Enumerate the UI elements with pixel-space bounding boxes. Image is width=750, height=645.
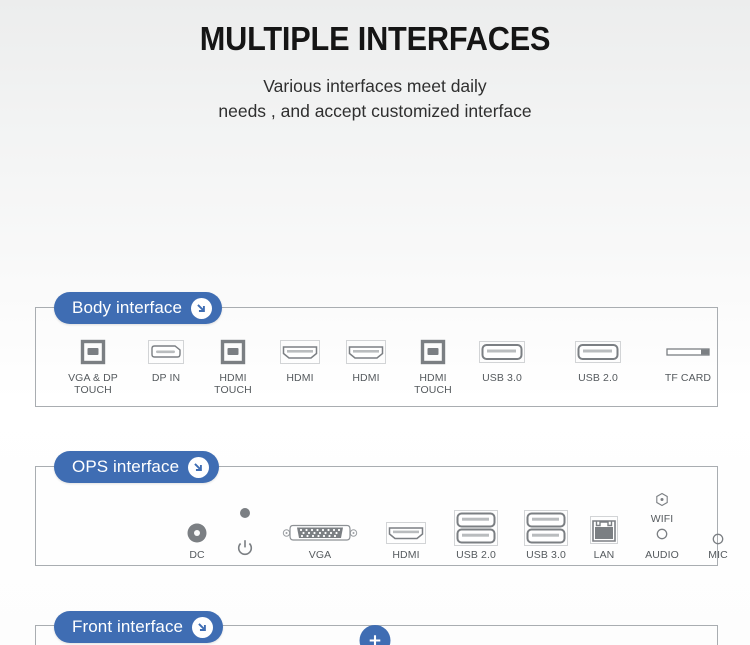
vga-dsub-icon <box>282 520 358 546</box>
usb-a-icon <box>575 335 621 369</box>
page-title: MULTIPLE INTERFACES <box>199 20 551 57</box>
usb-b-square-icon <box>420 335 446 369</box>
usb-b-square-icon <box>80 335 106 369</box>
port-usb-30[interactable]: USB 3.0 <box>476 335 528 384</box>
port-label: MIC <box>708 549 728 561</box>
port-power-button[interactable] <box>230 499 260 561</box>
port-hdmi-touch-1[interactable]: HDMI TOUCH <box>208 335 258 396</box>
port-ops-usb-20[interactable]: USB 2.0 <box>450 510 502 561</box>
port-dc[interactable]: DC <box>178 520 216 561</box>
wifi-antenna-group: WIFI <box>650 492 674 546</box>
usb-b-square-icon <box>220 335 246 369</box>
port-label: LAN <box>593 549 615 561</box>
port-dp-in[interactable]: DP IN <box>142 335 190 384</box>
port-label: USB 2.0 <box>456 549 496 561</box>
port-hdmi-touch-2[interactable]: HDMI TOUCH <box>408 335 458 396</box>
antenna-icon <box>654 492 670 513</box>
port-label: HDMI TOUCH <box>214 372 252 396</box>
port-label: HDMI <box>286 372 314 384</box>
port-label: USB 3.0 <box>482 372 522 384</box>
port-ops-hdmi[interactable]: HDMI <box>382 520 430 561</box>
port-hdmi-2[interactable]: HDMI <box>342 335 390 384</box>
port-label: HDMI <box>352 372 380 384</box>
port-label: DC <box>189 549 205 561</box>
usb-a-dual-icon <box>524 510 568 546</box>
displayport-icon <box>148 335 184 369</box>
page-subtitle: Various interfaces meet daily needs , an… <box>0 74 750 124</box>
body-interface-port-list: VGA & DP TOUCH DP IN HDMI TOUCH HDMI HDM <box>62 335 750 396</box>
port-label: TF CARD <box>664 372 712 384</box>
hdmi-icon <box>280 335 320 369</box>
arrow-down-right-icon <box>192 616 214 638</box>
rj45-lan-icon <box>590 514 618 546</box>
wifi-label: WIFI <box>650 513 674 525</box>
ops-interface-badge[interactable]: OPS interface <box>54 451 220 483</box>
port-label: VGA <box>308 549 332 561</box>
port-label: AUDIO <box>645 549 679 561</box>
hdmi-icon <box>386 520 426 546</box>
usb-a-icon <box>479 335 525 369</box>
port-audio[interactable]: WIFI AUDIO <box>638 492 686 561</box>
port-lan[interactable]: LAN <box>588 514 620 561</box>
port-usb-20[interactable]: USB 2.0 <box>572 335 624 384</box>
port-hdmi-1[interactable]: HDMI <box>276 335 324 384</box>
port-label: VGA & DP TOUCH <box>68 372 118 396</box>
page-header: MULTIPLE INTERFACES Various interfaces m… <box>0 0 750 124</box>
badge-label: OPS interface <box>72 457 180 476</box>
badge-label: Body interface <box>72 298 183 317</box>
audio-jack-icon <box>655 527 669 546</box>
body-interface-badge[interactable]: Body interface <box>54 292 223 324</box>
port-label: USB 2.0 <box>578 372 618 384</box>
power-dot-icon <box>238 499 252 525</box>
port-label: HDMI <box>392 549 420 561</box>
port-tf-card[interactable]: TF CARD <box>662 335 714 384</box>
port-label: HDMI TOUCH <box>414 372 452 396</box>
arrow-down-right-icon <box>191 297 213 319</box>
port-ops-usb-30[interactable]: USB 3.0 <box>520 510 572 561</box>
port-label: DP IN <box>151 372 181 384</box>
tf-card-slot-icon <box>665 335 711 369</box>
ops-interface-port-list: DC VGA HDMI USB 2.0 USB 3.0 LAN WIFI AUD… <box>178 492 736 561</box>
front-interface-badge[interactable]: Front interface <box>54 611 224 643</box>
audio-jack-icon <box>711 524 725 546</box>
dc-jack-icon <box>186 520 208 546</box>
subtitle-line-1: Various interfaces meet daily <box>263 76 487 96</box>
port-vga[interactable]: VGA <box>282 520 358 561</box>
port-vga-dp-touch[interactable]: VGA & DP TOUCH <box>62 335 124 396</box>
arrow-down-right-icon <box>188 456 210 478</box>
usb-a-dual-icon <box>454 510 498 546</box>
port-mic[interactable]: MIC <box>700 524 736 561</box>
plus-icon <box>368 633 383 645</box>
power-button-icon <box>235 526 255 561</box>
port-label: USB 3.0 <box>526 549 566 561</box>
subtitle-line-2: needs , and accept customized interface <box>218 101 532 121</box>
hdmi-icon <box>346 335 386 369</box>
badge-label: Front interface <box>72 617 184 636</box>
